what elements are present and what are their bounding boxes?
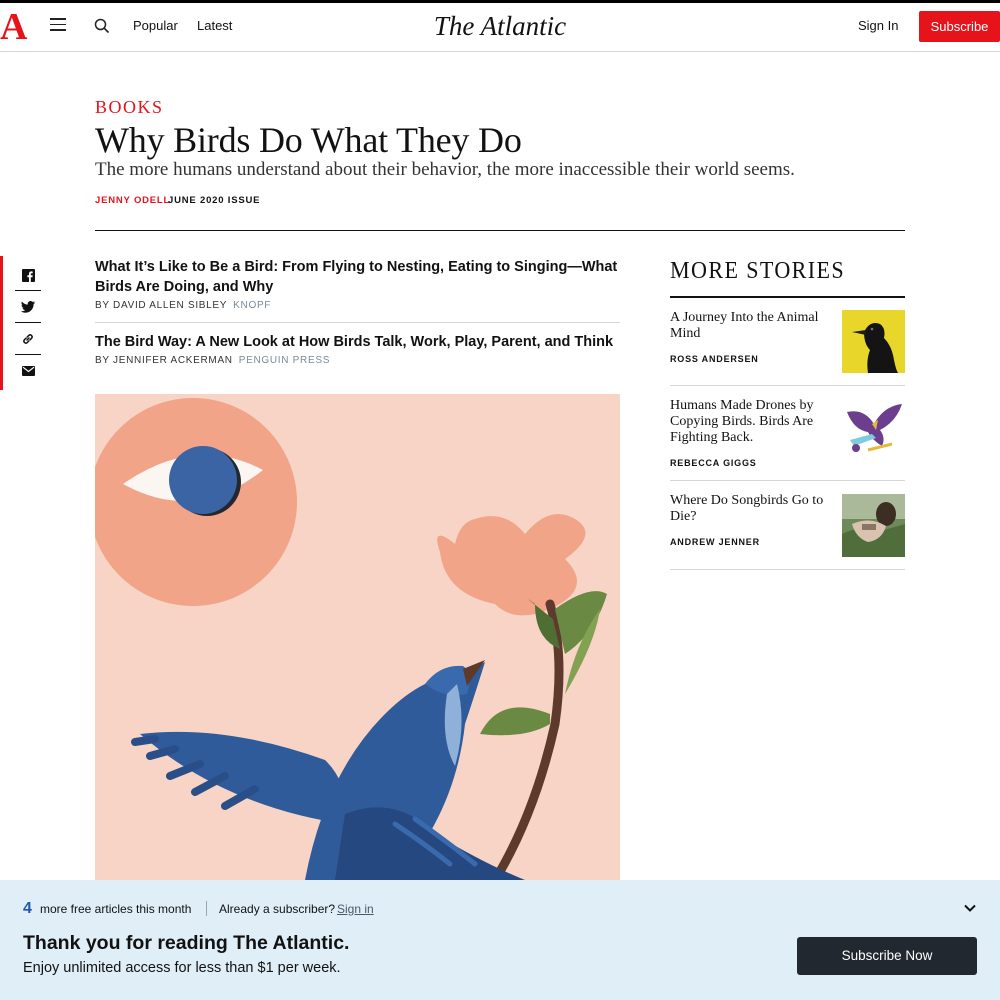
issue-link[interactable]: JUNE 2020 ISSUE [168,195,260,207]
story-divider [670,385,905,386]
subscribe-now-button[interactable]: Subscribe Now [797,937,977,975]
book-author: BY DAVID ALLEN SIBLEY [95,300,228,311]
nav-popular[interactable]: Popular [133,18,178,34]
share-rail-accent [0,256,3,390]
story-title[interactable]: Where Do Songbirds Go to Die? [670,493,828,525]
article-dek: The more humans understand about their b… [95,159,795,180]
story-thumbnail[interactable] [842,310,905,373]
lead-illustration [95,394,620,880]
book-author: BY JENNIFER ACKERMAN [95,355,233,366]
search-icon[interactable] [94,18,110,34]
twitter-icon[interactable] [15,291,41,323]
story-title[interactable]: A Journey Into the Animal Mind [670,310,828,342]
section-label[interactable]: BOOKS [95,96,164,118]
book-meta: BY JENNIFER ACKERMAN PENGUIN PRESS [95,355,330,367]
more-stories-rule [670,296,905,298]
atlantic-a-logo[interactable]: A [0,5,27,49]
story-thumbnail[interactable] [842,400,905,463]
nav-latest[interactable]: Latest [197,18,232,34]
book-divider [95,322,620,323]
brand-wordmark[interactable]: The Atlantic [400,7,600,45]
site-header: A Popular Latest The Atlantic Sign In Su… [0,3,1000,52]
sign-in-link[interactable]: Sign In [858,18,898,34]
book-publisher: PENGUIN PRESS [238,355,331,366]
chevron-down-icon[interactable] [962,900,978,916]
paywall-heading: Thank you for reading The Atlantic. [23,932,350,954]
story-author: REBECCA GIGGS [670,458,757,468]
free-articles-label: more free articles this month [40,902,192,916]
free-articles-count: 4 [23,900,32,917]
book-publisher: KNOPF [233,300,272,311]
email-icon[interactable] [15,355,41,387]
book-meta: BY DAVID ALLEN SIBLEY KNOPF [95,300,271,312]
story-title[interactable]: Humans Made Drones by Copying Birds. Bir… [670,398,828,446]
subscribe-button[interactable]: Subscribe [919,11,1000,42]
story-thumbnail[interactable] [842,494,905,557]
story-author: ROSS ANDERSEN [670,354,759,364]
author-link[interactable]: JENNY ODELL [95,195,170,207]
already-subscriber-text: Already a subscriber? [219,902,336,916]
story-divider [670,569,905,570]
header-divider [95,230,905,231]
facebook-icon[interactable] [15,259,41,291]
banner-separator [206,901,207,916]
paywall-banner: 4 more free articles this month Already … [0,880,1000,1000]
story-author: ANDREW JENNER [670,537,760,547]
article-title: Why Birds Do What They Do [95,120,522,160]
hamburger-menu-icon[interactable] [50,18,66,31]
book-title[interactable]: What It’s Like to Be a Bird: From Flying… [95,257,620,297]
banner-sign-in-link[interactable]: Sign in [337,901,374,917]
paywall-subtext: Enjoy unlimited access for less than $1 … [23,960,341,976]
link-icon[interactable] [15,323,41,355]
more-stories-heading: MORE STORIES [670,258,846,284]
book-title[interactable]: The Bird Way: A New Look at How Birds Ta… [95,332,620,352]
story-divider [670,480,905,481]
